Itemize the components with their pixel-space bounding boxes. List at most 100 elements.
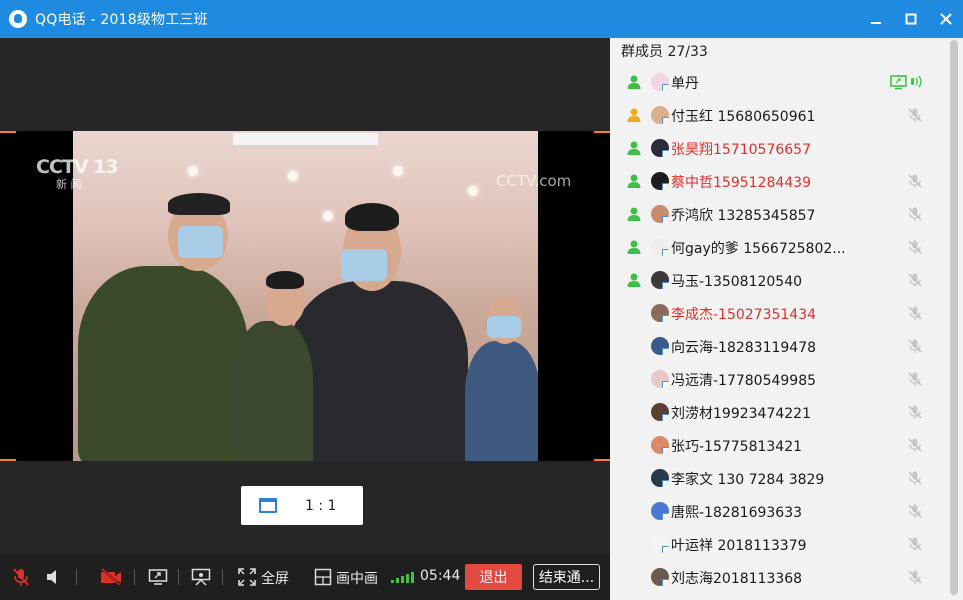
video-area[interactable]: CCTV 13 新 闻 CCTV.com 1 : 1 [0,38,610,554]
member-name: 张昊翔15710576657 [671,142,811,158]
fullscreen-button[interactable]: 全屏 [261,568,289,588]
admin-user-icon [626,107,642,123]
cctv-logo-sub: 新 闻 [56,178,82,191]
exit-button[interactable]: 退出 [465,564,522,590]
mic-muted-icon [907,173,923,189]
toolbar-divider [178,569,179,585]
member-row[interactable]: 唐熙-18281693633 [610,495,951,528]
member-name: 叶运祥 2018113379 [671,538,807,554]
maximize-button[interactable] [893,0,928,38]
face-mask [178,226,223,258]
avatar [651,106,669,124]
frame-corner-mark [594,131,610,133]
member-name: 向云海-18283119478 [671,340,817,356]
toolbar-divider [76,569,77,585]
device-badge-icon [662,117,669,124]
shared-video-frame [73,131,538,461]
device-badge-icon [662,348,669,355]
screen-share-icon[interactable] [147,566,169,588]
window-icon [259,498,277,513]
mic-muted-icon[interactable] [10,566,32,588]
fullscreen-icon[interactable] [236,566,258,588]
member-row[interactable]: 张昊翔15710576657 [610,132,951,165]
call-toolbar: 全屏 画中画 05:44 退出 结束通... [0,554,610,600]
ceiling-light [323,211,333,221]
avatar [651,337,669,355]
member-row[interactable]: 乔鸿欣 13285345857 [610,198,951,231]
pip-button[interactable]: 画中画 [336,568,378,588]
person-figure [233,321,313,461]
member-user-icon [626,173,642,189]
member-row[interactable]: 何gay的爹 1566725802... [610,231,951,264]
mic-muted-icon [907,272,923,288]
member-row[interactable]: 蔡中哲15951284439 [610,165,951,198]
member-row[interactable]: 叶运祥 2018113379 [610,528,951,561]
avatar [651,535,669,553]
member-user-icon [626,239,642,255]
aspect-ratio-toggle[interactable]: 1 : 1 [241,486,363,525]
speaker-icon[interactable] [42,566,64,588]
frame-corner-mark [0,131,16,133]
member-row[interactable]: 刘涝材19923474221 [610,396,951,429]
minimize-icon [870,22,881,24]
mic-muted-icon [907,470,923,486]
person-hair [345,203,399,231]
mic-muted-icon [907,536,923,552]
avatar [651,271,669,289]
toolbar-divider [134,569,135,585]
member-name: 何gay的爹 1566725802... [671,241,846,257]
member-user-icon [626,74,642,90]
minimize-button[interactable] [858,0,893,38]
mic-muted-icon [907,437,923,453]
avatar [651,139,669,157]
mic-muted-icon [907,503,923,519]
member-user-icon [626,272,642,288]
camera-off-icon[interactable] [100,566,122,588]
frame-corner-mark [594,459,610,461]
member-row[interactable]: 李成杰-15027351434 [610,297,951,330]
device-badge-icon [662,183,669,190]
member-name: 乔鸿欣 13285345857 [671,208,816,224]
avatar [651,172,669,190]
member-name: 刘涝材19923474221 [671,406,811,422]
member-name: 付玉红 15680650961 [671,109,816,125]
window-controls [858,0,963,38]
member-row[interactable]: 单丹 [610,66,951,99]
device-badge-icon [662,216,669,223]
device-badge-icon [662,84,669,91]
person-figure [288,281,468,461]
device-badge-icon [662,315,669,322]
person-figure [78,266,248,461]
qq-call-window: QQ电话 - 2018级物工三班 CCTV 13 新 闻 CCTV.com 1 … [0,0,963,600]
avatar [651,304,669,322]
member-row[interactable]: 付玉红 15680650961 [610,99,951,132]
toolbar-divider [222,569,223,585]
call-duration: 05:44 [420,568,461,584]
member-name: 刘志海2018113368 [671,571,803,587]
end-call-button[interactable]: 结束通... [533,564,600,590]
scrollbar-thumb[interactable] [950,40,958,595]
screen-share-speaking-icon [890,74,924,90]
member-row[interactable]: 冯远清-17780549985 [610,363,951,396]
mic-muted-icon [907,404,923,420]
member-row[interactable]: 刘志海2018113368 [610,561,951,594]
presenter-icon[interactable] [190,566,212,588]
member-row[interactable]: 马玉-13508120540 [610,264,951,297]
cctv-logo: CCTV 13 [36,156,119,178]
member-count-header: 群成员 27/33 [621,44,708,60]
member-row[interactable]: 李家文 130 7284 3829 [610,462,951,495]
member-list-scrollbar[interactable] [946,38,963,600]
avatar [651,469,669,487]
member-name: 冯远清-17780549985 [671,373,817,389]
pip-icon[interactable] [312,566,334,588]
maximize-icon [905,13,916,25]
ceiling-light [393,166,403,176]
member-user-icon [626,206,642,222]
close-button[interactable] [928,0,963,38]
member-row[interactable]: 张巧-15775813421 [610,429,951,462]
person-figure [465,341,538,461]
member-row[interactable]: 向云海-18283119478 [610,330,951,363]
device-badge-icon [662,480,669,487]
avatar [651,205,669,223]
device-badge-icon [662,546,669,553]
